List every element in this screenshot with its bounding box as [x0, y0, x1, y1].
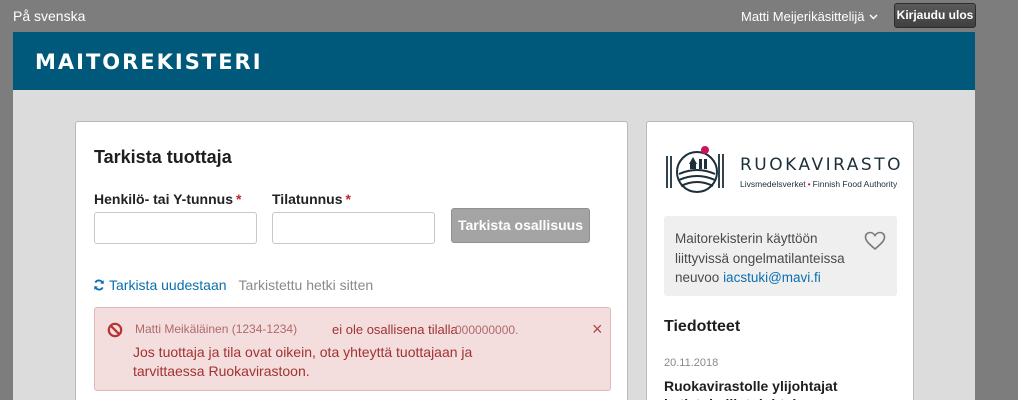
- check-producer-panel: Tarkista tuottaja Henkilö- tai Y-tunnus *…: [75, 121, 628, 400]
- alert-message-part2: Jos tuottaja ja tila ovat oikein, ota yh…: [133, 344, 473, 379]
- news-section-title: Tiedotteet: [664, 318, 741, 335]
- chevron-down-icon: [869, 14, 878, 19]
- prohibited-icon: [107, 322, 123, 338]
- checked-status: Tarkistettu hetki sitten: [238, 277, 374, 293]
- check-participation-button[interactable]: Tarkista osallisuus: [451, 208, 590, 243]
- refresh-label: Tarkista uudestaan: [109, 277, 227, 293]
- error-alert: Matti Meikäläinen (1234-1234) ei ole osa…: [94, 307, 611, 391]
- logo-subtitle: Livsmedelsverket • Finnish Food Authority: [740, 179, 897, 189]
- support-email-link[interactable]: iacstuki@mavi.fi: [723, 270, 821, 285]
- alert-producer: Matti Meikäläinen (1234-1234): [135, 322, 298, 336]
- support-box: Maitorekisterin käyttöön liittyvissä ong…: [664, 216, 897, 296]
- main-shell: MAITOREKISTERI Tarkista tuottaja Henkilö…: [13, 32, 975, 400]
- logo-sub-dot: •: [807, 179, 811, 189]
- language-switch-link[interactable]: På svenska: [13, 8, 85, 24]
- farm-label: Tilatunnus *: [272, 191, 351, 207]
- required-mark: *: [345, 191, 351, 207]
- required-mark: *: [235, 191, 242, 207]
- id-label-text: Henkilö- tai Y-tunnus: [94, 191, 233, 207]
- close-icon[interactable]: ×: [592, 319, 603, 340]
- logo-wordmark: RUOKAVIRASTO: [740, 155, 903, 175]
- logout-button[interactable]: Kirjaudu ulos: [894, 3, 976, 28]
- logo-sub-right: Finnish Food Authority: [812, 179, 898, 189]
- refresh-row: Tarkista uudestaan Tarkistettu hetki sit…: [93, 277, 373, 293]
- alert-message-part1: ei ole osallisena tilalla: [332, 322, 458, 337]
- news-date: 20.11.2018: [664, 357, 719, 369]
- top-utility-bar: På svenska Matti Meijerikäsittelijä Kirj…: [0, 0, 1018, 32]
- panel-title: Tarkista tuottaja: [94, 147, 232, 167]
- app-title: MAITOREKISTERI: [35, 50, 263, 74]
- heart-icon[interactable]: [864, 231, 886, 251]
- user-menu[interactable]: Matti Meijerikäsittelijä: [741, 9, 878, 24]
- info-sidebar: RUOKAVIRASTO Livsmedelsverket • Finnish Fo…: [646, 121, 914, 400]
- alert-farm-id: 000000000.: [455, 323, 519, 337]
- farm-label-text: Tilatunnus: [272, 191, 343, 207]
- refresh-link[interactable]: Tarkista uudestaan: [93, 277, 227, 293]
- id-input[interactable]: [94, 212, 257, 244]
- app-header: MAITOREKISTERI: [13, 32, 975, 90]
- user-name: Matti Meijerikäsittelijä: [741, 9, 865, 24]
- refresh-icon: [94, 279, 104, 291]
- support-text: Maitorekisterin käyttöön liittyvissä ong…: [675, 229, 855, 288]
- ruokavirasto-logo: [666, 146, 724, 193]
- farm-id-input[interactable]: [272, 212, 435, 244]
- id-label: Henkilö- tai Y-tunnus *: [94, 191, 241, 207]
- news-headline-link[interactable]: Ruokavirastolle ylijohtajat ja tietohall…: [664, 377, 844, 400]
- logo-sub-left: Livsmedelsverket: [740, 179, 806, 189]
